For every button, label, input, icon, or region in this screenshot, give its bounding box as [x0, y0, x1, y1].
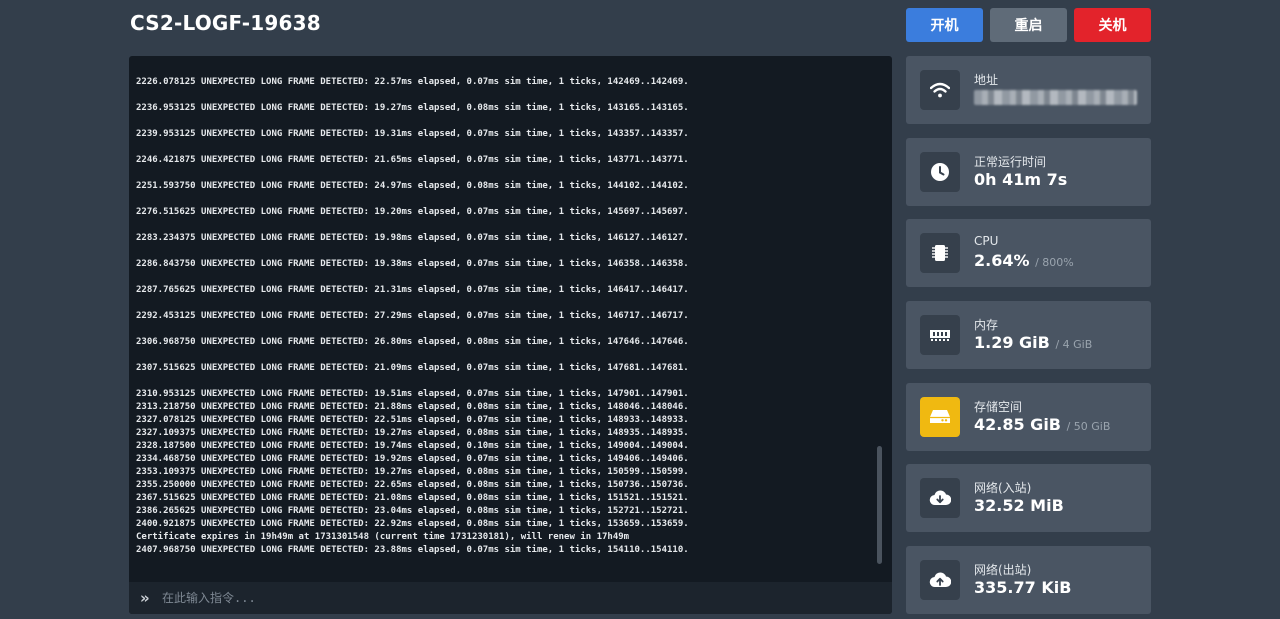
memory-value: 1.29 GiB — [974, 333, 1050, 352]
log-line: 2236.953125 UNEXPECTED LONG FRAME DETECT… — [136, 103, 689, 113]
memory-icon — [920, 315, 960, 355]
log-line: 2310.953125 UNEXPECTED LONG FRAME DETECT… — [136, 389, 689, 399]
log-line: 2334.468750 UNEXPECTED LONG FRAME DETECT… — [136, 454, 689, 464]
disk-value-line: 42.85 GiB / 50 GiB — [974, 415, 1110, 434]
cloud-upload-icon — [920, 560, 960, 600]
console-scrollbar[interactable] — [877, 446, 882, 564]
log-line: 2292.453125 UNEXPECTED LONG FRAME DETECT… — [136, 311, 689, 321]
memory-label: 内存 — [974, 318, 999, 332]
cpu-label: CPU — [974, 234, 999, 248]
prompt-chevron-icon: » — [140, 589, 150, 607]
cpu-card: CPU 2.64% / 800% — [906, 219, 1151, 287]
log-line: 2386.265625 UNEXPECTED LONG FRAME DETECT… — [136, 506, 689, 516]
memory-value-line: 1.29 GiB / 4 GiB — [974, 333, 1092, 352]
console-panel: 2226.078125 UNEXPECTED LONG FRAME DETECT… — [129, 56, 892, 614]
clock-icon — [920, 152, 960, 192]
log-line: 2276.515625 UNEXPECTED LONG FRAME DETECT… — [136, 207, 689, 217]
log-line: 2226.078125 UNEXPECTED LONG FRAME DETECT… — [136, 77, 689, 87]
stop-button[interactable]: 关机 — [1074, 8, 1151, 42]
disk-value: 42.85 GiB — [974, 415, 1061, 434]
network-out-card: 网络(出站) 335.77 KiB — [906, 546, 1151, 614]
log-line: Certificate expires in 19h49m at 1731301… — [136, 532, 630, 542]
server-title: CS2-LOGF-19638 — [130, 11, 321, 35]
address-label: 地址 — [974, 73, 999, 87]
disk-label: 存储空间 — [974, 400, 1023, 414]
network-in-value: 32.52 MiB — [974, 496, 1064, 515]
cpu-value: 2.64% — [974, 251, 1030, 270]
address-card: 地址 — [906, 56, 1151, 124]
memory-card: 内存 1.29 GiB / 4 GiB — [906, 301, 1151, 369]
power-controls: 开机 重启 关机 — [906, 8, 1151, 42]
wifi-icon — [920, 70, 960, 110]
network-out-label: 网络(出站) — [974, 563, 1032, 577]
disk-limit: / 50 GiB — [1066, 420, 1111, 433]
cpu-value-line: 2.64% / 800% — [974, 251, 1074, 270]
hard-drive-icon — [920, 397, 960, 437]
cpu-limit: / 800% — [1035, 256, 1074, 269]
start-button[interactable]: 开机 — [906, 8, 983, 42]
uptime-card: 正常运行时间 0h 41m 7s — [906, 138, 1151, 206]
log-line: 2327.109375 UNEXPECTED LONG FRAME DETECT… — [136, 428, 689, 438]
log-line: 2286.843750 UNEXPECTED LONG FRAME DETECT… — [136, 259, 689, 269]
console-input-bar: » — [129, 582, 892, 614]
uptime-value: 0h 41m 7s — [974, 170, 1068, 189]
console-output: 2226.078125 UNEXPECTED LONG FRAME DETECT… — [129, 56, 892, 582]
cloud-download-icon — [920, 478, 960, 518]
uptime-label: 正常运行时间 — [974, 155, 1047, 169]
log-line: 2313.218750 UNEXPECTED LONG FRAME DETECT… — [136, 402, 689, 412]
log-line: 2367.515625 UNEXPECTED LONG FRAME DETECT… — [136, 493, 689, 503]
log-line: 2355.250000 UNEXPECTED LONG FRAME DETECT… — [136, 480, 689, 490]
log-line: 2251.593750 UNEXPECTED LONG FRAME DETECT… — [136, 181, 689, 191]
network-in-card: 网络(入站) 32.52 MiB — [906, 464, 1151, 532]
network-in-label: 网络(入站) — [974, 481, 1032, 495]
log-line: 2239.953125 UNEXPECTED LONG FRAME DETECT… — [136, 129, 689, 139]
log-line: 2246.421875 UNEXPECTED LONG FRAME DETECT… — [136, 155, 689, 165]
address-value-redacted — [974, 90, 1137, 105]
log-line: 2307.515625 UNEXPECTED LONG FRAME DETECT… — [136, 363, 689, 373]
disk-card: 存储空间 42.85 GiB / 50 GiB — [906, 383, 1151, 451]
cpu-chip-icon — [920, 233, 960, 273]
log-line: 2407.968750 UNEXPECTED LONG FRAME DETECT… — [136, 545, 689, 555]
log-line: 2328.187500 UNEXPECTED LONG FRAME DETECT… — [136, 441, 689, 451]
log-line: 2283.234375 UNEXPECTED LONG FRAME DETECT… — [136, 233, 689, 243]
log-line: 2287.765625 UNEXPECTED LONG FRAME DETECT… — [136, 285, 689, 295]
memory-limit: / 4 GiB — [1055, 338, 1093, 351]
log-line: 2353.109375 UNEXPECTED LONG FRAME DETECT… — [136, 467, 689, 477]
restart-button[interactable]: 重启 — [990, 8, 1067, 42]
network-out-value: 335.77 KiB — [974, 578, 1072, 597]
log-line: 2327.078125 UNEXPECTED LONG FRAME DETECT… — [136, 415, 689, 425]
command-input[interactable] — [162, 591, 892, 605]
log-line: 2306.968750 UNEXPECTED LONG FRAME DETECT… — [136, 337, 689, 347]
log-line: 2400.921875 UNEXPECTED LONG FRAME DETECT… — [136, 519, 689, 529]
